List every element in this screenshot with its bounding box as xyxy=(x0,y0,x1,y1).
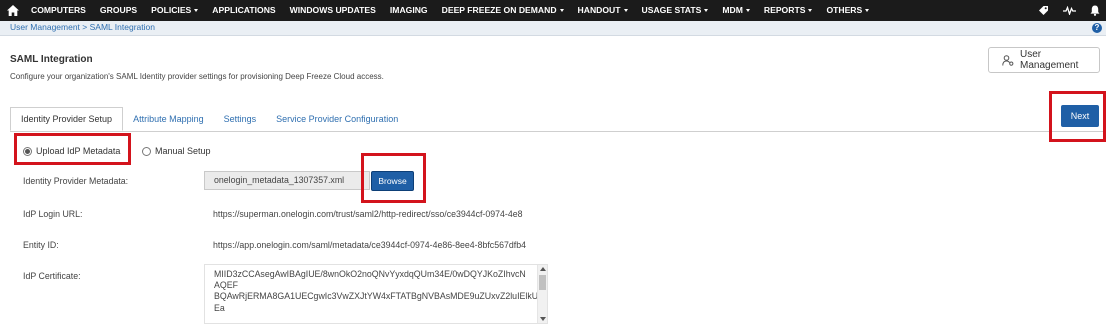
user-management-button[interactable]: User Management xyxy=(988,47,1100,73)
home-icon[interactable] xyxy=(2,0,24,21)
nav-item-usage-stats[interactable]: USAGE STATS xyxy=(635,0,716,21)
nav-item-label: IMAGING xyxy=(389,5,428,15)
nav-item-label: DEEP FREEZE ON DEMAND xyxy=(441,5,557,15)
top-navigation-bar: COMPUTERS GROUPS POLICIES APPLICATIONS WINDO… xyxy=(0,0,1106,21)
chevron-down-icon xyxy=(623,9,628,12)
user-settings-icon xyxy=(1002,54,1014,66)
radio-manual-setup[interactable]: Manual Setup xyxy=(142,146,211,156)
nav-item-label: REPORTS xyxy=(763,5,806,15)
nav-item-label: OTHERS xyxy=(826,5,863,15)
entity-id-value: https://app.onelogin.com/saml/metadata/c… xyxy=(213,240,526,250)
metadata-label: Identity Provider Metadata: xyxy=(23,176,129,186)
radio-manual-label: Manual Setup xyxy=(155,146,211,156)
nav-item-label: WINDOWS UPDATES xyxy=(289,5,376,15)
highlight-box-next xyxy=(1049,91,1106,142)
scroll-thumb[interactable] xyxy=(539,275,546,290)
nav-item-handout[interactable]: HANDOUT xyxy=(571,0,635,21)
highlight-box-upload-option xyxy=(14,133,131,165)
tab-settings[interactable]: Settings xyxy=(214,108,267,131)
chevron-down-icon xyxy=(865,9,870,12)
nav-item-policies[interactable]: POLICIES xyxy=(144,0,205,21)
help-icon[interactable]: ? xyxy=(1092,23,1102,33)
idp-login-url-label: IdP Login URL: xyxy=(23,209,83,219)
nav-item-label: COMPUTERS xyxy=(31,5,86,15)
breadcrumb-separator: > xyxy=(79,22,90,32)
bell-icon[interactable] xyxy=(1090,5,1100,16)
nav-item-others[interactable]: OTHERS xyxy=(819,0,876,21)
nav-item-windows-updates[interactable]: WINDOWS UPDATES xyxy=(283,0,383,21)
breadcrumb-current[interactable]: SAML Integration xyxy=(90,22,155,32)
scroll-up-arrow-icon[interactable] xyxy=(540,267,546,271)
nav-item-deep-freeze-on-demand[interactable]: DEEP FREEZE ON DEMAND xyxy=(435,0,571,21)
breadcrumb: User Management > SAML Integration xyxy=(10,22,155,32)
nav-item-mdm[interactable]: MDM xyxy=(715,0,757,21)
chevron-down-icon xyxy=(194,9,199,12)
nav-item-applications[interactable]: APPLICATIONS xyxy=(205,0,282,21)
breadcrumb-bar: User Management > SAML Integration ? xyxy=(0,21,1106,36)
page-description: Configure your organization's SAML Ident… xyxy=(10,72,384,81)
chevron-down-icon xyxy=(704,9,709,12)
tab-attribute-mapping[interactable]: Attribute Mapping xyxy=(123,108,214,131)
nav-item-reports[interactable]: REPORTS xyxy=(757,0,820,21)
nav-menu: COMPUTERS GROUPS POLICIES APPLICATIONS WINDO… xyxy=(24,0,876,21)
nav-item-imaging[interactable]: IMAGING xyxy=(383,0,435,21)
breadcrumb-user-management[interactable]: User Management xyxy=(10,22,80,32)
nav-item-groups[interactable]: GROUPS xyxy=(93,0,144,21)
certificate-scrollbar[interactable] xyxy=(537,265,547,323)
chevron-down-icon xyxy=(745,9,750,12)
idp-login-url-value: https://superman.onelogin.com/trust/saml… xyxy=(213,209,523,219)
tab-identity-provider-setup[interactable]: Identity Provider Setup xyxy=(10,107,124,131)
nav-item-label: HANDOUT xyxy=(577,5,621,15)
tab-bar: Identity Provider Setup Attribute Mapping… xyxy=(10,107,408,131)
tab-divider xyxy=(10,131,1106,132)
tab-service-provider-configuration[interactable]: Service Provider Configuration xyxy=(266,108,408,131)
activity-icon[interactable] xyxy=(1063,6,1076,15)
user-management-label: User Management xyxy=(1020,49,1079,71)
idp-certificate-textarea[interactable]: MIID3zCCAsegAwIBAgIUE/8wnOkO2noQNvYyxdqQ… xyxy=(204,264,548,324)
highlight-box-browse xyxy=(361,153,426,203)
idp-certificate-label: IdP Certificate: xyxy=(23,271,81,281)
nav-item-label: APPLICATIONS xyxy=(212,5,276,15)
idp-certificate-value: MIID3zCCAsegAwIBAgIUE/8wnOkO2noQNvYyxdqQ… xyxy=(214,269,545,313)
page-title: SAML Integration xyxy=(10,54,93,65)
chevron-down-icon xyxy=(559,9,564,12)
nav-item-label: USAGE STATS xyxy=(641,5,702,15)
nav-item-label: GROUPS xyxy=(99,5,138,15)
nav-item-computers[interactable]: COMPUTERS xyxy=(24,0,93,21)
radio-indicator xyxy=(142,146,151,156)
entity-id-label: Entity ID: xyxy=(23,240,59,250)
scroll-down-arrow-icon[interactable] xyxy=(540,317,546,321)
metadata-file-field[interactable]: onelogin_metadata_1307357.xml xyxy=(204,171,370,190)
tag-icon[interactable] xyxy=(1038,5,1049,16)
nav-item-label: POLICIES xyxy=(151,5,192,15)
nav-item-label: MDM xyxy=(722,5,743,15)
chevron-down-icon xyxy=(808,9,813,12)
nav-right-icons xyxy=(1038,0,1100,21)
